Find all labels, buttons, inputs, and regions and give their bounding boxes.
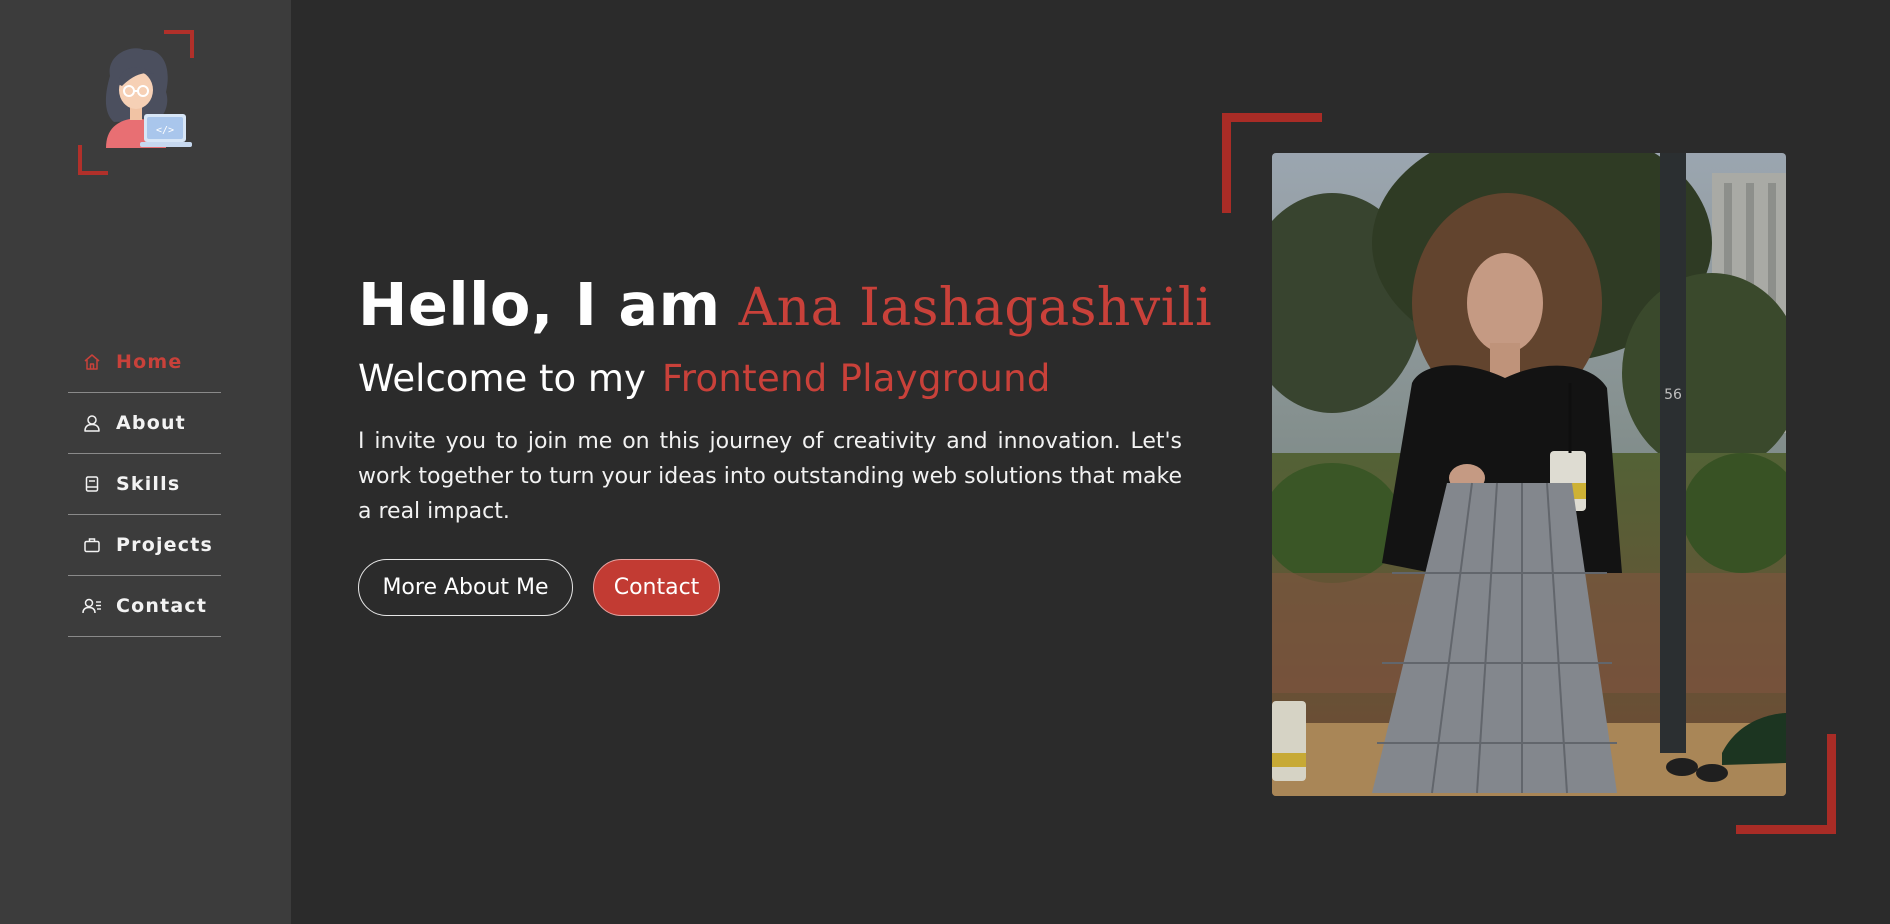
logo-corner-bottom-left	[78, 145, 108, 175]
svg-text:</>: </>	[156, 125, 174, 136]
highlight-text: Frontend Playground	[661, 357, 1051, 400]
profile-photo: 56	[1272, 153, 1786, 796]
nav-label-home: Home	[116, 351, 183, 373]
more-about-me-button[interactable]: More About Me	[358, 559, 573, 616]
nav-label-projects: Projects	[116, 534, 214, 556]
intro-paragraph: I invite you to join me on this journey …	[358, 429, 1182, 524]
user-icon	[82, 413, 102, 433]
main-nav: Home About Skills Projects Contact	[68, 332, 221, 637]
welcome-text: Welcome to my	[358, 357, 646, 400]
nav-item-skills[interactable]: Skills	[68, 454, 221, 515]
nav-item-contact[interactable]: Contact	[68, 576, 221, 637]
sidebar: </> Home About Skills Projects Contact	[0, 0, 291, 924]
nav-label-skills: Skills	[116, 473, 181, 495]
nav-label-contact: Contact	[116, 595, 208, 617]
greeting-text: Hello, I am	[358, 270, 721, 339]
developer-avatar-icon: </>	[105, 48, 192, 148]
book-icon	[82, 474, 102, 494]
nav-item-projects[interactable]: Projects	[68, 515, 221, 576]
briefcase-icon	[82, 535, 102, 555]
nav-item-about[interactable]: About	[68, 393, 221, 454]
hero-heading: Hello, I am Ana Iashagashvili	[358, 270, 1212, 339]
hero-section: Hello, I am Ana Iashagashvili Welcome to…	[358, 270, 1212, 616]
hero-subheading: Welcome to my Frontend Playground	[358, 357, 1182, 400]
nav-label-about: About	[116, 412, 186, 434]
home-icon	[82, 352, 102, 372]
hero-buttons: More About Me Contact	[358, 559, 1182, 616]
author-name: Ana Iashagashvili	[738, 278, 1213, 338]
contact-button[interactable]: Contact	[593, 559, 720, 616]
nav-item-home[interactable]: Home	[68, 332, 221, 393]
logo[interactable]: </>	[78, 30, 194, 175]
contact-list-icon	[82, 596, 102, 616]
